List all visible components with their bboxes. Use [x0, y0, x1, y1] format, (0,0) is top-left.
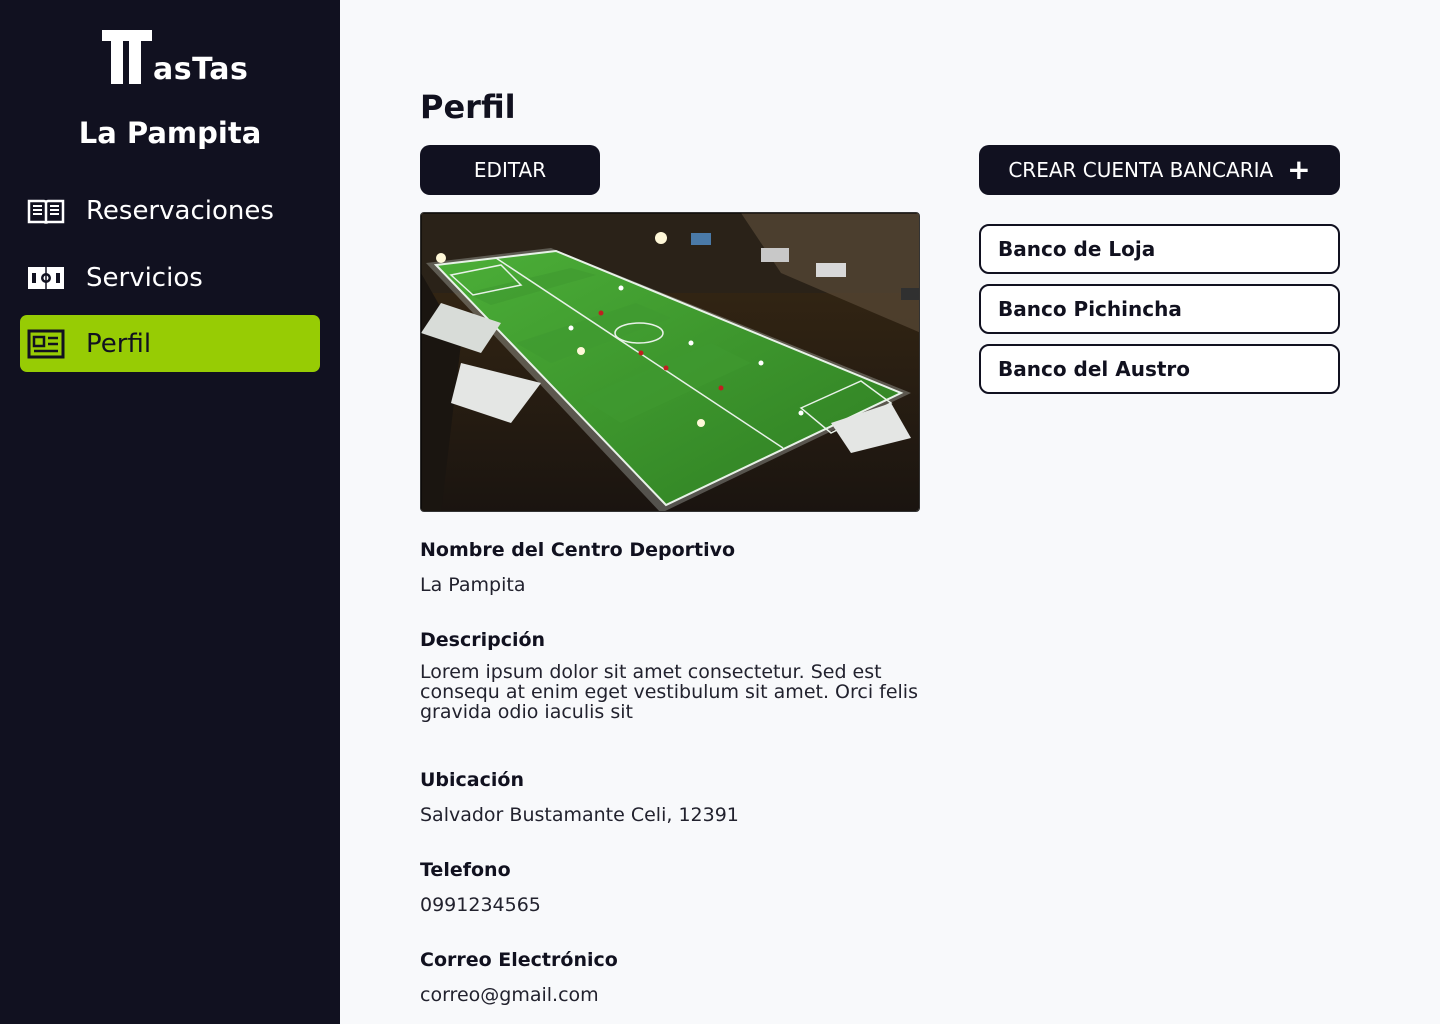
id-card-icon: [26, 327, 66, 361]
sidebar-item-servicios[interactable]: Servicios: [20, 249, 320, 306]
description-value: Lorem ipsum dolor sit amet consectetur. …: [420, 661, 918, 723]
sidebar-item-label: Reservaciones: [86, 195, 274, 226]
bank-account-item[interactable]: Banco Pichincha: [979, 284, 1340, 334]
email-label: Correo Electrónico: [420, 949, 618, 971]
logo-text: asTas: [153, 52, 249, 87]
venue-name: La Pampita: [78, 116, 262, 150]
phone-label: Telefono: [420, 859, 511, 881]
bank-account-item[interactable]: Banco de Loja: [979, 224, 1340, 274]
venue-name-value: La Pampita: [420, 574, 526, 596]
create-bank-account-label: CREAR CUENTA BANCARIA: [1008, 158, 1274, 182]
create-bank-account-button[interactable]: CREAR CUENTA BANCARIA +: [979, 145, 1340, 195]
book-icon: [26, 194, 66, 228]
ticket-icon: [26, 261, 66, 295]
edit-button[interactable]: EDITAR: [420, 145, 600, 195]
sidebar-item-perfil[interactable]: Perfil: [20, 315, 320, 372]
plus-icon: +: [1287, 153, 1311, 186]
phone-value: 0991234565: [420, 894, 541, 916]
venue-photo: [420, 212, 920, 512]
location-value: Salvador Bustamante Celi, 12391: [420, 804, 739, 826]
sidebar-item-label: Servicios: [86, 262, 203, 293]
bank-account-item[interactable]: Banco del Austro: [979, 344, 1340, 394]
logo-mark-icon: [100, 28, 156, 86]
venue-name-label: Nombre del Centro Deportivo: [420, 539, 736, 561]
sidebar: asTas La Pampita Reservaciones Servicios…: [0, 0, 340, 1024]
logo: asTas: [100, 28, 249, 88]
page-title: Perfil: [420, 88, 516, 126]
sidebar-item-reservaciones[interactable]: Reservaciones: [20, 182, 320, 239]
sidebar-item-label: Perfil: [86, 328, 152, 359]
location-label: Ubicación: [420, 769, 524, 791]
email-value: correo@gmail.com: [420, 984, 599, 1006]
description-label: Descripción: [420, 629, 546, 651]
